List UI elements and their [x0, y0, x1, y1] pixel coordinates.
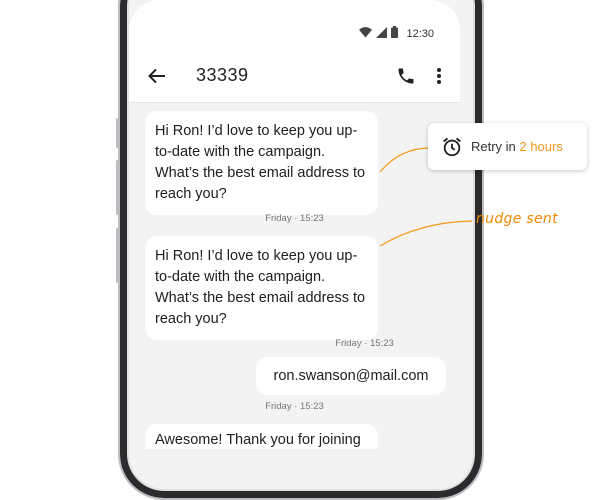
retry-text: Retry in 2 hours	[471, 139, 563, 154]
nudge-sent-label: nudge sent	[476, 211, 558, 227]
retry-duration: 2 hours	[519, 139, 563, 154]
alarm-clock-icon	[443, 137, 461, 156]
retry-connector-line	[379, 147, 431, 173]
retry-annotation-card: Retry in 2 hours	[428, 123, 587, 170]
retry-prefix: Retry in	[471, 139, 516, 154]
nudge-connector-line	[379, 220, 473, 247]
